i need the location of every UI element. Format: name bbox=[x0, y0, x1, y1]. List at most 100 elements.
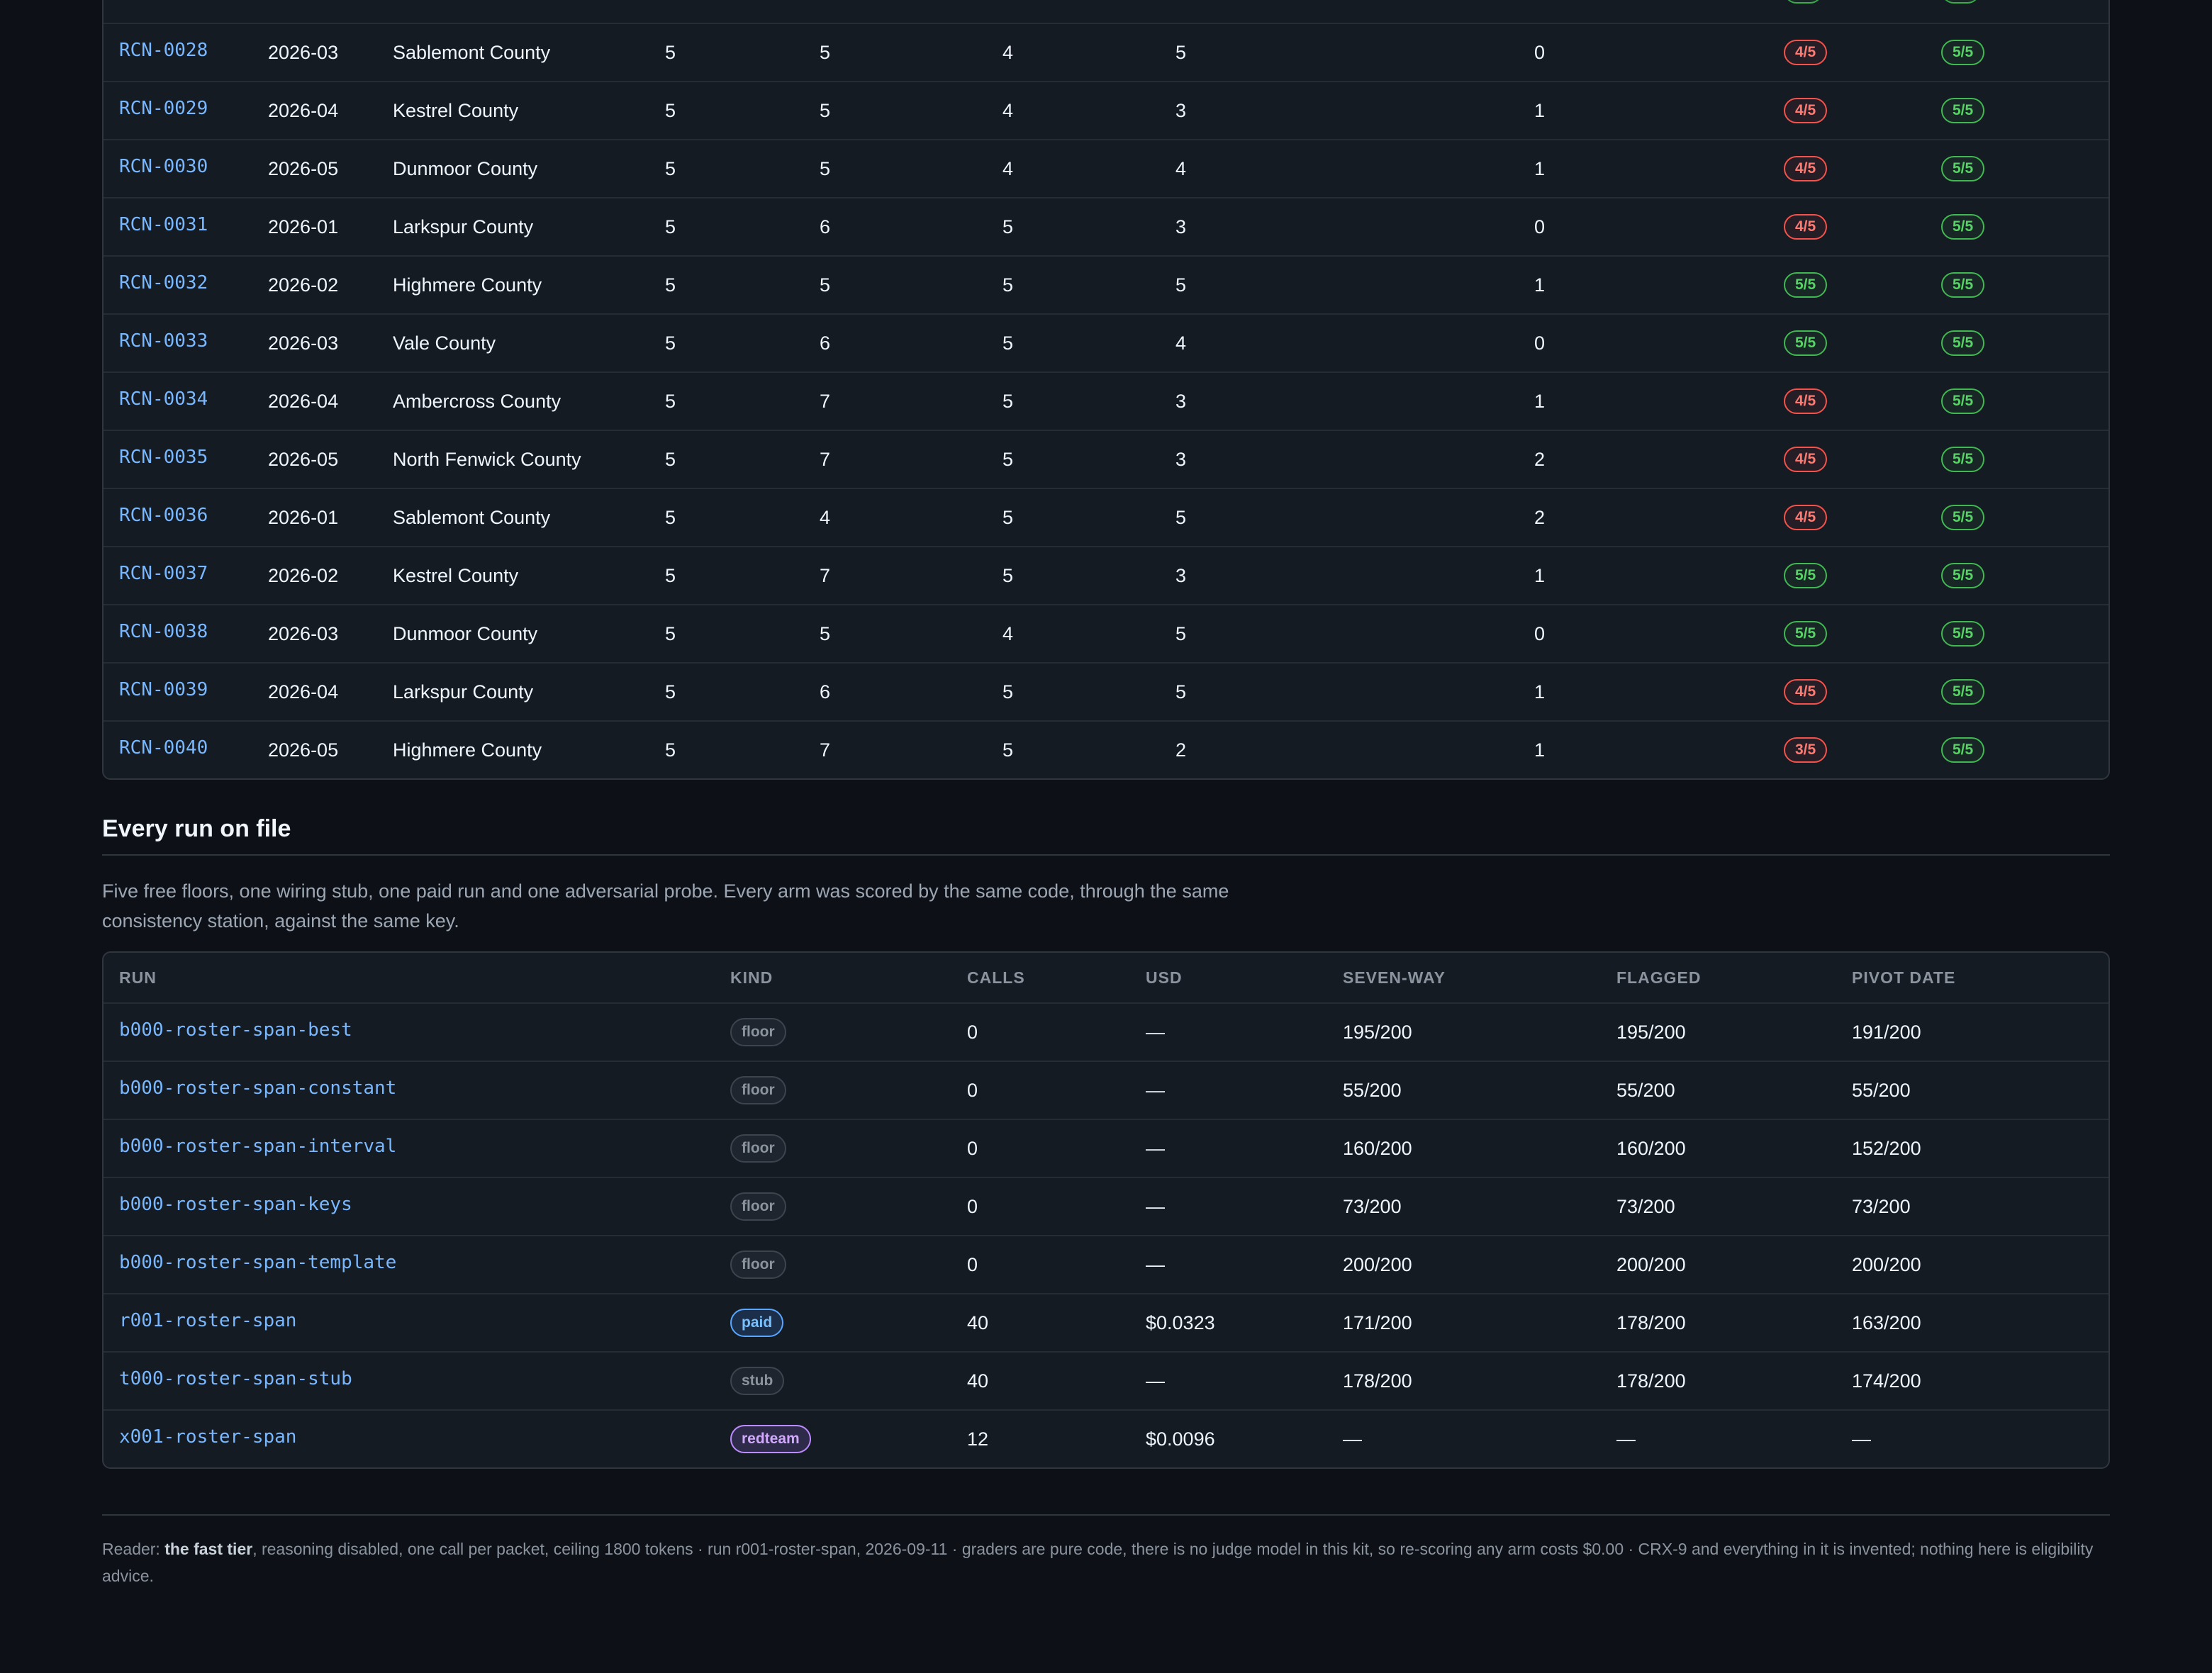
column-header[interactable]: PIVOT DATE bbox=[1852, 953, 1955, 1002]
seven-way-cell: 160/200 bbox=[1343, 1137, 1412, 1159]
count-cell: 5 bbox=[665, 216, 676, 237]
usd-cell: $0.0096 bbox=[1146, 1428, 1215, 1450]
count-cell: 1 bbox=[1534, 157, 1546, 179]
score-pill: 5/5 bbox=[1941, 563, 1985, 588]
calls-cell: 0 bbox=[967, 1253, 978, 1275]
score-pill: 4/5 bbox=[1784, 156, 1828, 181]
recon-table: RCN-0028 2026-03 Sablemont County 5 5 4 5 0 4/5 5… bbox=[102, 0, 2110, 780]
column-header[interactable]: RUN bbox=[119, 953, 157, 1002]
count-cell: 6 bbox=[820, 216, 831, 237]
county-cell: Larkspur County bbox=[393, 681, 534, 703]
score-pill bbox=[1784, 0, 1823, 4]
month-cell: 2026-02 bbox=[268, 274, 339, 296]
count-cell: 5 bbox=[665, 274, 676, 296]
calls-cell: 0 bbox=[967, 1021, 978, 1043]
month-cell: 2026-04 bbox=[268, 681, 339, 703]
column-header[interactable]: SEVEN-WAY bbox=[1343, 953, 1446, 1002]
count-cell: 2 bbox=[1534, 506, 1546, 528]
flagged-cell: 200/200 bbox=[1616, 1253, 1686, 1275]
count-cell: 5 bbox=[665, 739, 676, 761]
count-cell: 4 bbox=[1002, 41, 1014, 63]
score-pill: 4/5 bbox=[1784, 98, 1828, 123]
kind-badge: floor bbox=[730, 1192, 786, 1221]
column-header[interactable]: USD bbox=[1146, 953, 1183, 1002]
page-content: RCN-0028 2026-03 Sablemont County 5 5 4 5 0 4/5 5… bbox=[102, 0, 2110, 1585]
record-id-link[interactable]: RCN-0028 bbox=[119, 20, 208, 81]
count-cell: 5 bbox=[665, 564, 676, 586]
runs-table: RUN KIND CALLS USD SEVEN-WAY FLAGGED PIVOT DAT… bbox=[102, 951, 2110, 1469]
calls-cell: 40 bbox=[967, 1311, 989, 1333]
flagged-cell: 178/200 bbox=[1616, 1370, 1686, 1392]
score-pill: 5/5 bbox=[1941, 737, 1985, 763]
record-id-link[interactable]: RCN-0035 bbox=[119, 427, 208, 488]
footer-note: Reader: the fast tier, reasoning disable… bbox=[102, 1514, 2110, 1589]
record-id-link[interactable]: RCN-0030 bbox=[119, 136, 208, 197]
flagged-cell: 160/200 bbox=[1616, 1137, 1686, 1159]
run-name-link[interactable]: t000-roster-span-stub bbox=[119, 1348, 352, 1409]
score-pill: 4/5 bbox=[1784, 388, 1828, 414]
table-row: RCN-0039 2026-04 Larkspur County 5 6 5 5 1 4/5 5/… bbox=[104, 662, 2108, 720]
count-cell: 5 bbox=[820, 41, 831, 63]
runs-table-body: b000-roster-span-best floor 0 — 195/200 195/2… bbox=[104, 1002, 2108, 1467]
month-cell: 2026-05 bbox=[268, 739, 339, 761]
calls-cell: 40 bbox=[967, 1370, 989, 1392]
record-id-link[interactable]: RCN-0032 bbox=[119, 252, 208, 313]
month-cell: 2026-01 bbox=[268, 506, 339, 528]
record-id-link[interactable]: RCN-0037 bbox=[119, 543, 208, 604]
record-id-link[interactable]: RCN-0034 bbox=[119, 369, 208, 430]
count-cell: 3 bbox=[1175, 390, 1187, 412]
county-cell: Ambercross County bbox=[393, 390, 562, 412]
county-cell: Dunmoor County bbox=[393, 157, 538, 179]
score-pill: 5/5 bbox=[1784, 563, 1828, 588]
run-name-link[interactable]: b000-roster-span-best bbox=[119, 1000, 352, 1061]
score-pill: 5/5 bbox=[1941, 679, 1985, 705]
kind-badge: redteam bbox=[730, 1425, 811, 1453]
pivot-date-cell: 191/200 bbox=[1852, 1021, 1921, 1043]
county-cell: Vale County bbox=[393, 332, 496, 354]
run-name-link[interactable]: x001-roster-span bbox=[119, 1406, 296, 1467]
count-cell: 5 bbox=[820, 274, 831, 296]
month-cell: 2026-05 bbox=[268, 448, 339, 470]
count-cell: 3 bbox=[1175, 564, 1187, 586]
record-id-link[interactable]: RCN-0040 bbox=[119, 717, 208, 778]
count-cell: 5 bbox=[1002, 390, 1014, 412]
record-id-link[interactable]: RCN-0029 bbox=[119, 78, 208, 139]
count-cell: 1 bbox=[1534, 681, 1546, 703]
run-name-link[interactable]: b000-roster-span-interval bbox=[119, 1116, 396, 1177]
table-row: b000-roster-span-interval floor 0 — 160/200 1… bbox=[104, 1119, 2108, 1177]
recon-table-body: RCN-0028 2026-03 Sablemont County 5 5 4 5 0 4/5 5… bbox=[104, 23, 2108, 778]
count-cell: 5 bbox=[665, 448, 676, 470]
count-cell: 4 bbox=[1002, 622, 1014, 644]
run-name-link[interactable]: r001-roster-span bbox=[119, 1290, 296, 1351]
record-id-link[interactable]: RCN-0031 bbox=[119, 194, 208, 255]
flagged-cell: 55/200 bbox=[1616, 1079, 1675, 1101]
county-cell: Kestrel County bbox=[393, 564, 519, 586]
county-cell: Larkspur County bbox=[393, 216, 534, 237]
record-id-link[interactable]: RCN-0038 bbox=[119, 601, 208, 662]
count-cell: 5 bbox=[665, 506, 676, 528]
table-row: t000-roster-span-stub stub 40 — 178/200 178/2… bbox=[104, 1351, 2108, 1409]
run-name-link[interactable]: b000-roster-span-keys bbox=[119, 1174, 352, 1235]
score-pill: 5/5 bbox=[1941, 272, 1985, 298]
column-header[interactable]: CALLS bbox=[967, 953, 1025, 1002]
run-name-link[interactable]: b000-roster-span-constant bbox=[119, 1058, 396, 1119]
column-header[interactable]: FLAGGED bbox=[1616, 953, 1701, 1002]
table-row: RCN-0040 2026-05 Highmere County 5 7 5 2 1 3/5 5/… bbox=[104, 720, 2108, 778]
pivot-date-cell: 152/200 bbox=[1852, 1137, 1921, 1159]
record-id-link[interactable]: RCN-0036 bbox=[119, 485, 208, 546]
table-row: RCN-0032 2026-02 Highmere County 5 5 5 5 1 5/5 5/… bbox=[104, 255, 2108, 313]
seven-way-cell: 55/200 bbox=[1343, 1079, 1402, 1101]
count-cell: 0 bbox=[1534, 41, 1546, 63]
column-header[interactable]: KIND bbox=[730, 953, 773, 1002]
record-id-link[interactable]: RCN-0033 bbox=[119, 310, 208, 371]
county-cell: Sablemont County bbox=[393, 41, 551, 63]
count-cell: 5 bbox=[1175, 622, 1187, 644]
record-id-link[interactable]: RCN-0039 bbox=[119, 659, 208, 720]
count-cell: 4 bbox=[1002, 99, 1014, 121]
count-cell: 4 bbox=[1175, 157, 1187, 179]
run-name-link[interactable]: b000-roster-span-template bbox=[119, 1232, 396, 1293]
count-cell: 1 bbox=[1534, 99, 1546, 121]
score-pill: 5/5 bbox=[1941, 621, 1985, 647]
count-cell: 7 bbox=[820, 739, 831, 761]
calls-cell: 0 bbox=[967, 1137, 978, 1159]
